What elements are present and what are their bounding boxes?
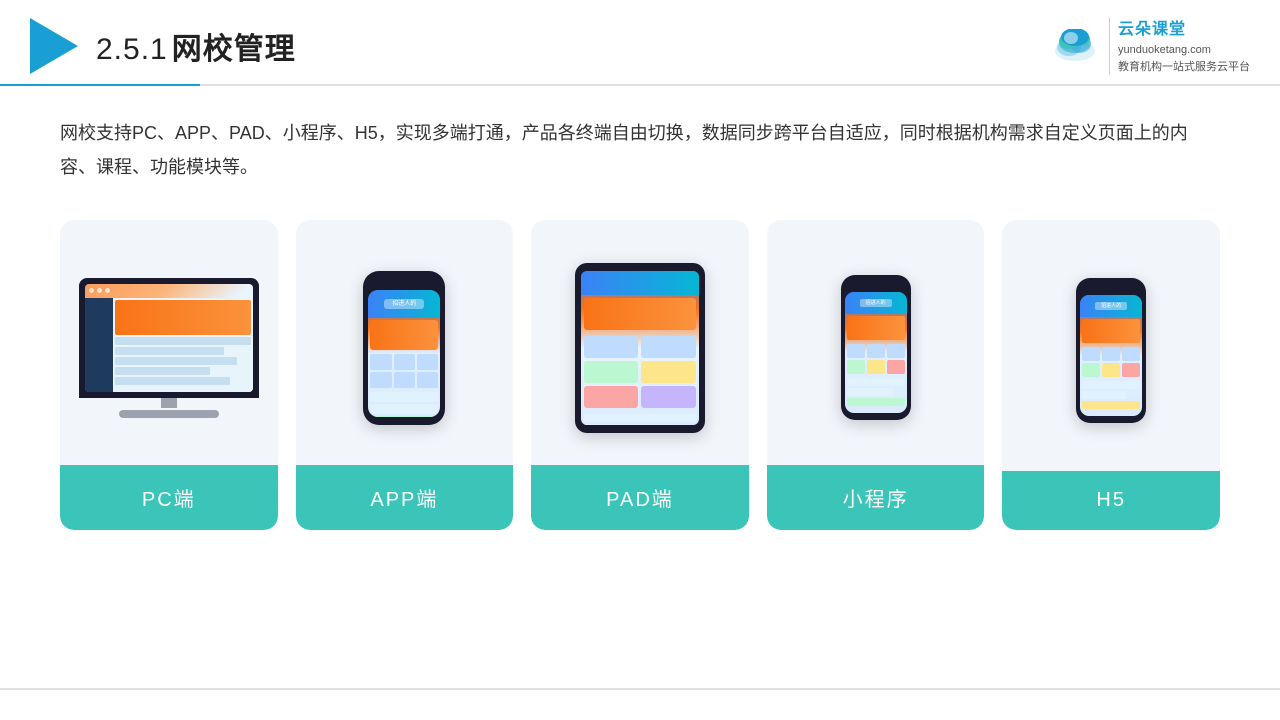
card-pad-label: PAD端: [531, 465, 749, 530]
card-h5-label: H5: [1002, 471, 1220, 530]
device-cards: PC端 招进人的: [60, 220, 1220, 530]
h5-image-area: 招进人的: [1002, 220, 1220, 471]
brand-text-block: 云朵课堂 yunduoketang.com 教育机构一站式服务云平台: [1109, 18, 1250, 75]
pc-monitor-icon: [79, 278, 259, 418]
header-divider: [0, 84, 1280, 86]
section-number: 2.5.1: [96, 33, 168, 66]
brand-logo: 云朵课堂 yunduoketang.com 教育机构一站式服务云平台: [1049, 18, 1250, 75]
brand-name: 云朵课堂: [1118, 18, 1250, 42]
mini-image-area: 招进人的: [767, 220, 985, 465]
description-text: 网校支持PC、APP、PAD、小程序、H5，实现多端打通，产品各终端自由切换，数…: [60, 116, 1220, 184]
card-pad: PAD端: [531, 220, 749, 530]
cloud-icon: [1049, 29, 1101, 65]
card-pc-label: PC端: [60, 465, 278, 530]
pc-image-area: [60, 220, 278, 465]
h5-phone-icon: 招进人的: [1076, 278, 1146, 423]
tablet-icon: [575, 263, 705, 433]
header: 2.5.1网校管理 云朵课堂 yunduoketang.com 教育机构一站式服…: [0, 0, 1280, 74]
card-pc: PC端: [60, 220, 278, 530]
mini-phone-icon: 招进人的: [841, 275, 911, 420]
app-image-area: 招进人的: [296, 220, 514, 465]
phone-icon: 招进人的: [363, 271, 445, 425]
pad-image-area: [531, 220, 749, 465]
logo-icon: [30, 18, 78, 74]
page-title: 2.5.1网校管理: [96, 24, 296, 68]
brand-tagline: 教育机构一站式服务云平台: [1118, 59, 1250, 76]
bottom-divider: [0, 688, 1280, 690]
card-mini-label: 小程序: [767, 465, 985, 530]
card-app: 招进人的: [296, 220, 514, 530]
card-h5: 招进人的: [1002, 220, 1220, 530]
brand-domain: yunduoketang.com: [1118, 42, 1250, 59]
card-app-label: APP端: [296, 465, 514, 530]
card-mini: 招进人的: [767, 220, 985, 530]
